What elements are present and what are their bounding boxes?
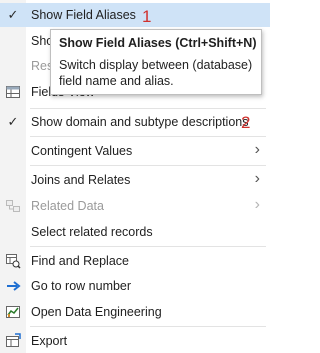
menu-item-label: Go to row number [31,279,132,293]
table-icon [5,84,21,100]
menu-item-label: Find and Replace [31,254,129,268]
check-icon: ✓ [7,7,19,22]
menu-separator [30,246,266,247]
menu-item-export[interactable]: Export [0,329,270,353]
menu-item-label: Related Data [31,199,104,213]
menu-separator [30,165,266,166]
chevron-right-icon: › [254,196,260,213]
menu-item-show-field-aliases[interactable]: ✓ Show Field Aliases [0,3,270,27]
relate-icon [5,198,21,214]
menu-item-label: Joins and Relates [31,173,131,187]
menu-item-contingent-values[interactable]: Contingent Values › [0,139,270,163]
menu-item-label: Show domain and subtype descriptions [31,115,249,129]
menu-item-label: Open Data Engineering [31,305,162,319]
menu-separator [30,136,266,137]
annotation-number: 2 [241,113,251,132]
menu-item-label: Show Field Aliases [31,8,136,22]
arrow-right-icon [5,278,21,294]
menu-item-select-related[interactable]: Select related records [0,220,270,244]
menu-item-open-data-engineering[interactable]: Open Data Engineering [0,300,270,324]
tooltip-description: Switch display between (database) field … [59,58,253,88]
menu-item-joins-relates[interactable]: Joins and Relates › [0,168,270,192]
annotation-number: 1 [142,7,152,26]
menu-item-goto-row[interactable]: Go to row number [0,274,270,298]
menu-item-related-data[interactable]: Related Data › [0,194,270,218]
menu-separator [30,108,266,109]
chevron-right-icon: › [254,141,260,158]
menu-item-label: Select related records [31,225,153,239]
export-icon [5,333,21,349]
menu-item-show-domain-descriptions[interactable]: ✓ Show domain and subtype descriptions [0,110,270,134]
menu-separator [30,326,266,327]
tooltip: Show Field Aliases (Ctrl+Shift+N) Switch… [50,29,262,95]
data-engineering-icon [5,304,21,320]
find-replace-icon [5,253,21,269]
check-icon: ✓ [7,114,19,129]
tooltip-title: Show Field Aliases (Ctrl+Shift+N) [59,36,257,50]
context-menu: ✓ Show Field Aliases 1 Sho Res Fields Vi… [0,0,270,353]
menu-item-label: Export [31,334,68,348]
menu-item-find-replace[interactable]: Find and Replace [0,249,270,273]
menu-item-label: Contingent Values [31,144,133,158]
chevron-right-icon: › [254,170,260,187]
